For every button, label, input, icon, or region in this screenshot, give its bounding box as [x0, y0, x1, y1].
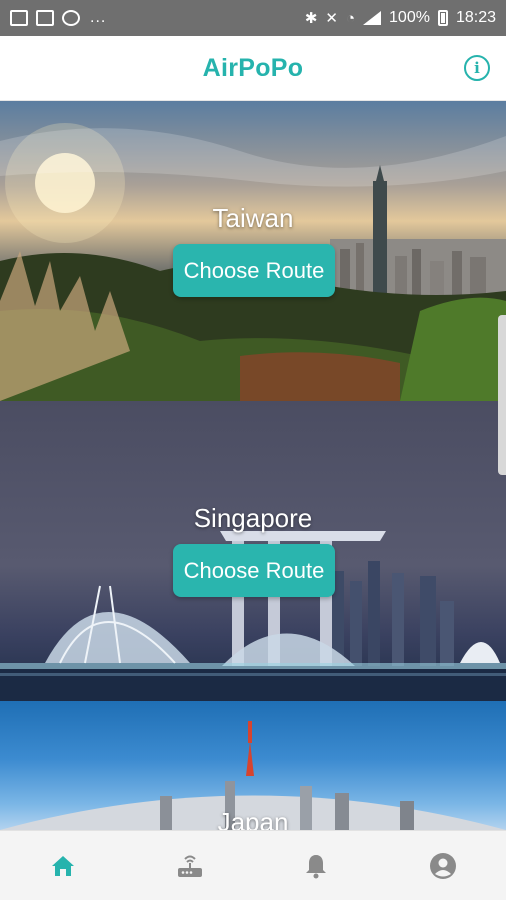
nav-account[interactable] — [380, 831, 506, 900]
battery-percent: 100% — [389, 9, 430, 26]
router-icon — [177, 855, 202, 877]
calendar-notification-icon — [10, 10, 28, 26]
destination-card-taiwan[interactable]: Taiwan Choose Route — [0, 101, 506, 401]
bottom-navigation — [0, 830, 506, 900]
nav-notifications[interactable] — [253, 831, 380, 900]
bluetooth-icon: ✱ — [304, 10, 318, 27]
destination-name: Taiwan — [212, 203, 294, 233]
account-icon — [429, 852, 456, 879]
status-bar: ... ✱ ✕ ◔ 100% 18:23 — [0, 0, 506, 36]
choose-route-button[interactable]: Choose Route — [173, 544, 335, 597]
nav-device[interactable] — [127, 831, 254, 900]
destination-card-singapore[interactable]: Singapore Choose Route — [0, 401, 506, 701]
image-notification-icon — [36, 10, 54, 26]
wifi-icon: ◔ — [345, 9, 356, 27]
signal-icon — [363, 11, 382, 25]
info-icon: i — [474, 59, 480, 77]
home-icon — [52, 855, 75, 876]
bell-icon — [306, 854, 327, 878]
battery-icon — [437, 10, 448, 26]
destination-card-japan[interactable]: Japan — [0, 701, 506, 830]
mute-icon: ✕ — [325, 10, 338, 27]
app-header: AirPoPo i — [0, 36, 506, 101]
info-button[interactable]: i — [464, 55, 490, 81]
destination-name: Singapore — [193, 503, 313, 533]
app-notification-icon — [62, 10, 80, 26]
choose-route-button[interactable]: Choose Route — [173, 244, 335, 297]
clock: 18:23 — [455, 9, 496, 26]
nav-home[interactable] — [0, 831, 127, 900]
more-notifications: ... — [90, 9, 107, 26]
destination-name: Japan — [217, 807, 289, 830]
app-title: AirPoPo — [202, 53, 304, 82]
destination-list[interactable]: Taiwan Choose Route Singapore Choose Rou… — [0, 101, 506, 830]
edge-panel-handle[interactable] — [498, 315, 506, 475]
